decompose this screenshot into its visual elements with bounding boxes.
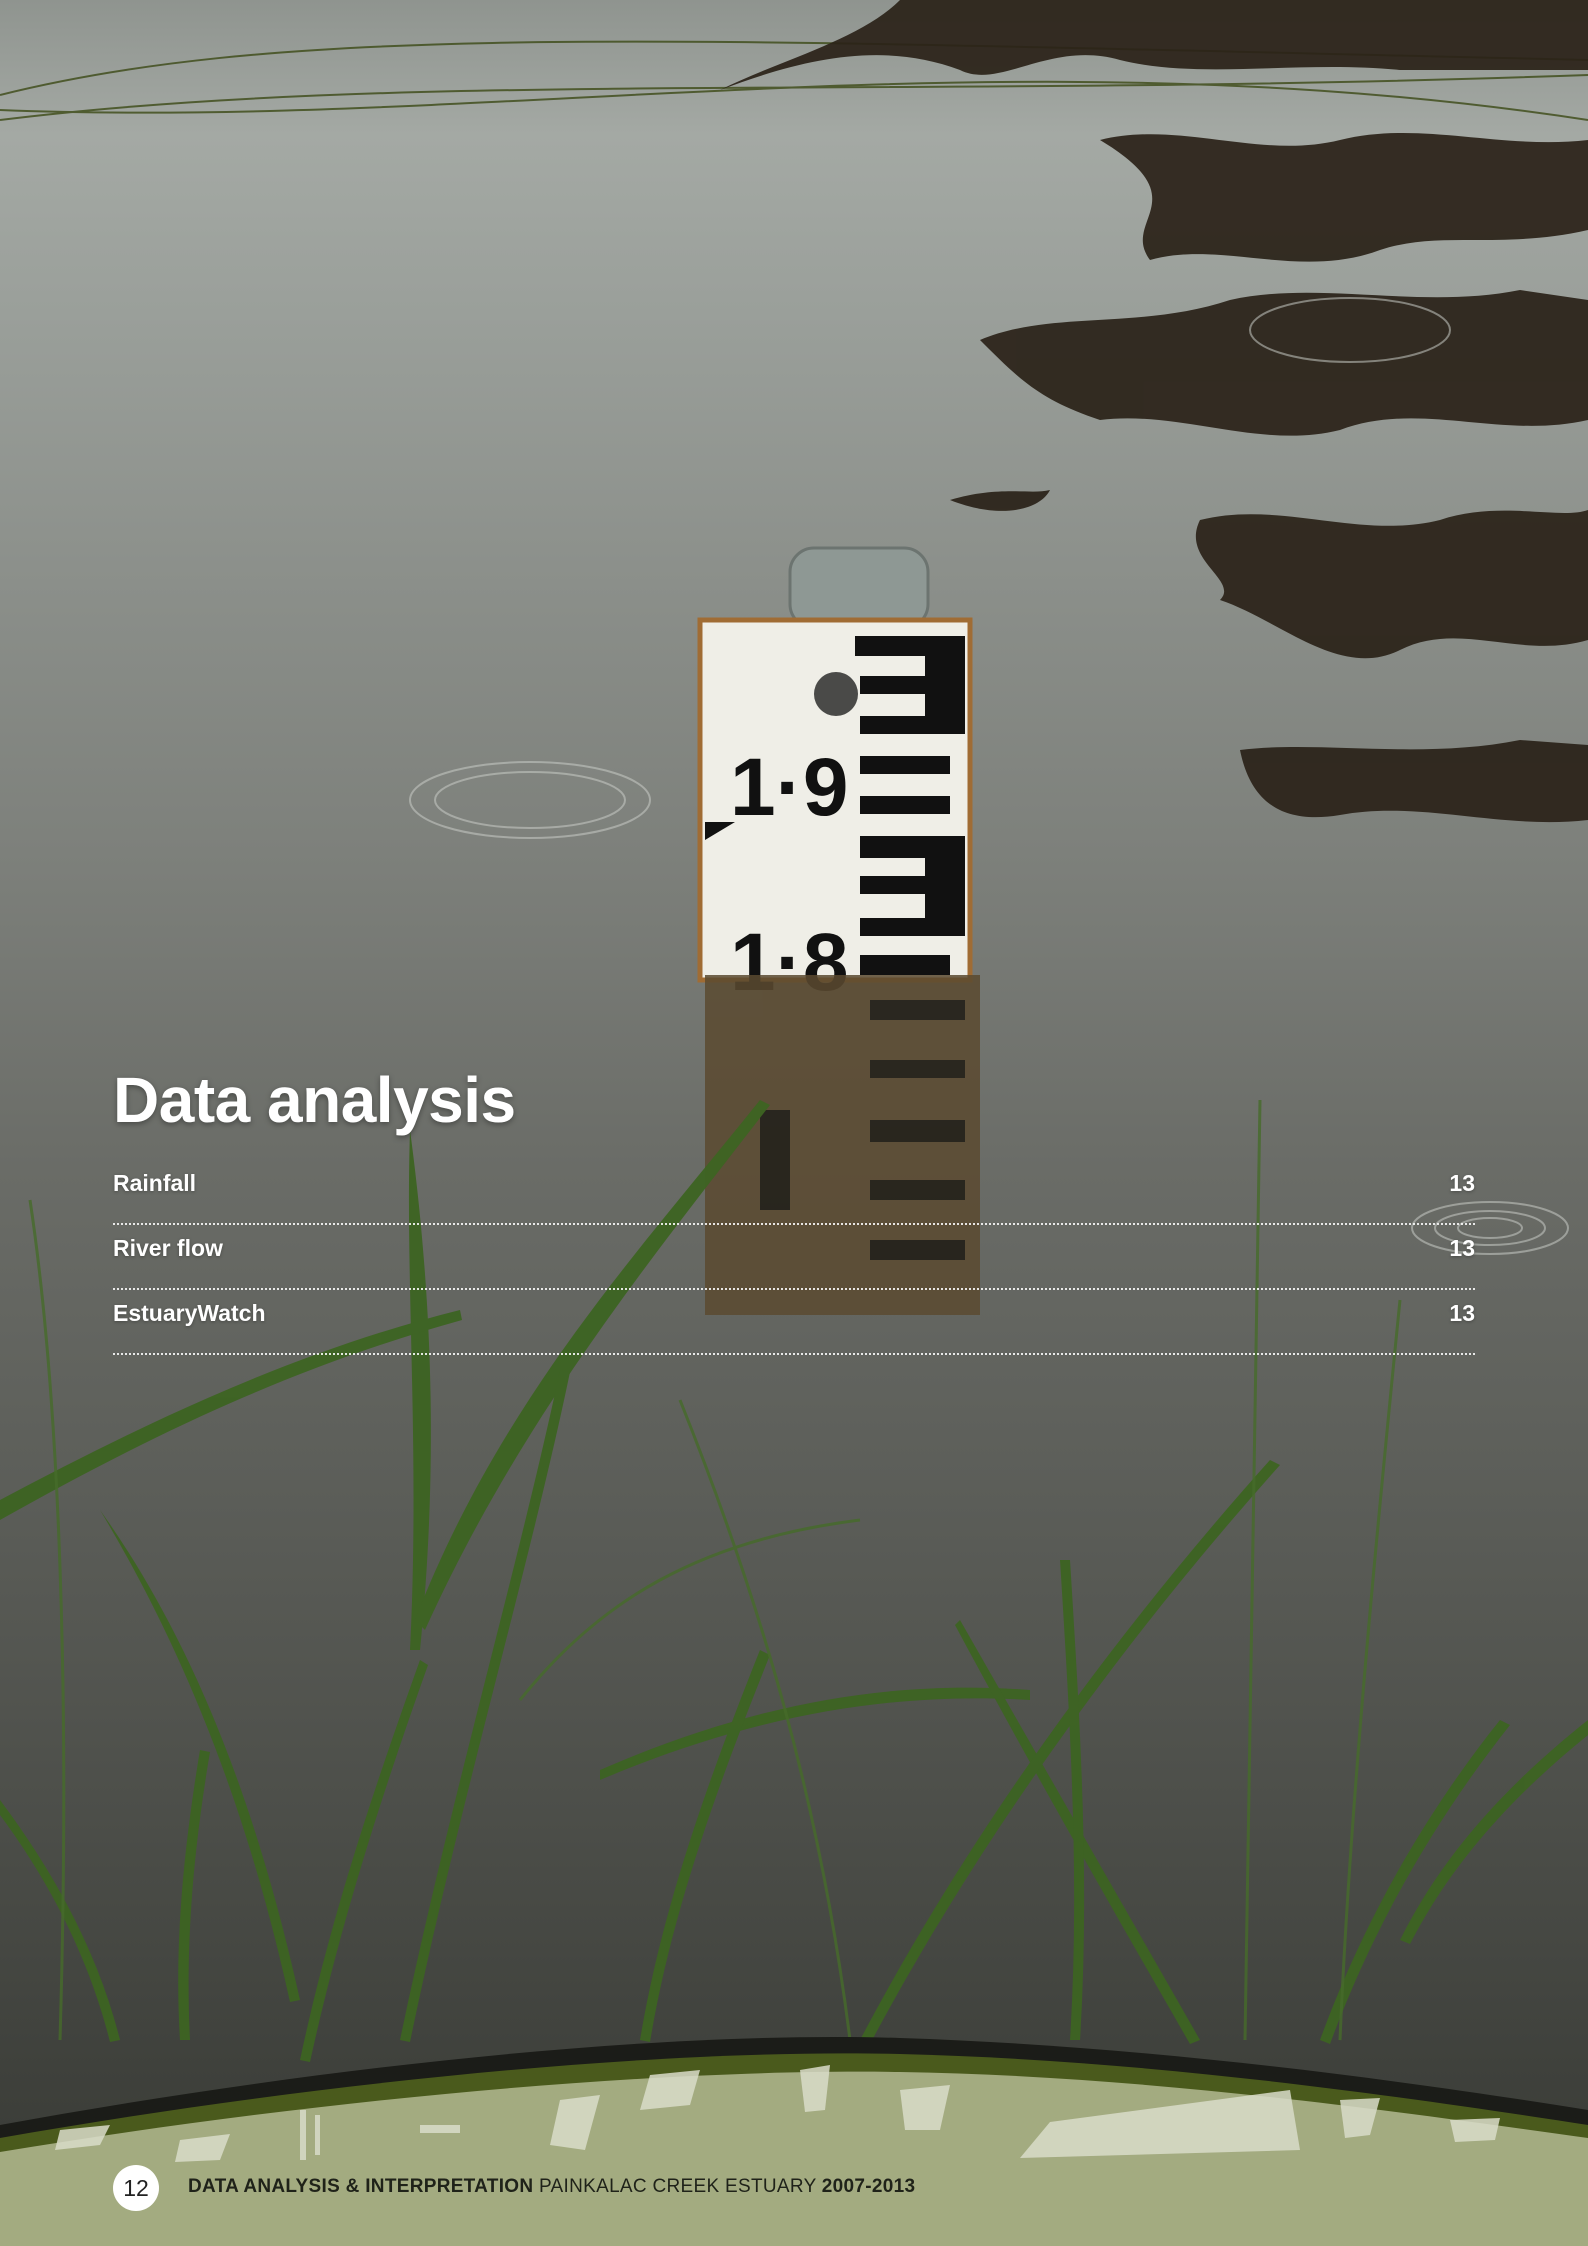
toc-entry-page: 13	[1449, 1300, 1475, 1326]
toc-entry-page: 13	[1449, 1170, 1475, 1196]
gauge-mark-upper: 1·9	[730, 742, 849, 833]
gauge-cap	[788, 546, 930, 630]
section-title: Data analysis	[113, 1064, 516, 1136]
toc-entry[interactable]: River flow 13	[113, 1225, 1475, 1290]
toc-entry-label: Rainfall	[113, 1170, 197, 1196]
page-number-badge: 12	[113, 2165, 159, 2211]
toc-entry-label: River flow	[113, 1235, 223, 1261]
page: 1·9 1·8 Data analysis Rainfall 13 River …	[0, 0, 1588, 2246]
toc-entry[interactable]: Rainfall 13	[113, 1160, 1475, 1225]
toc-entry[interactable]: EstuaryWatch 13	[113, 1290, 1475, 1355]
footer-years: 2007-2013	[821, 2176, 916, 2197]
section-contents: Data analysis Rainfall 13 River flow 13 …	[113, 1060, 1475, 1355]
footer-band	[0, 2036, 1588, 2246]
footer-title-regular: PAINKALAC CREEK ESTUARY	[538, 2176, 817, 2197]
depth-gauge-board: 1·9 1·8	[697, 617, 973, 1008]
footer-title-bold: DATA ANALYSIS & INTERPRETATION	[188, 2176, 534, 2197]
gauge-bolt	[814, 672, 858, 716]
running-footer: DATA ANALYSIS & INTERPRETATION PAINKALAC…	[188, 2176, 915, 2198]
toc-entry-page: 13	[1449, 1235, 1475, 1261]
toc-entry-label: EstuaryWatch	[113, 1300, 266, 1326]
